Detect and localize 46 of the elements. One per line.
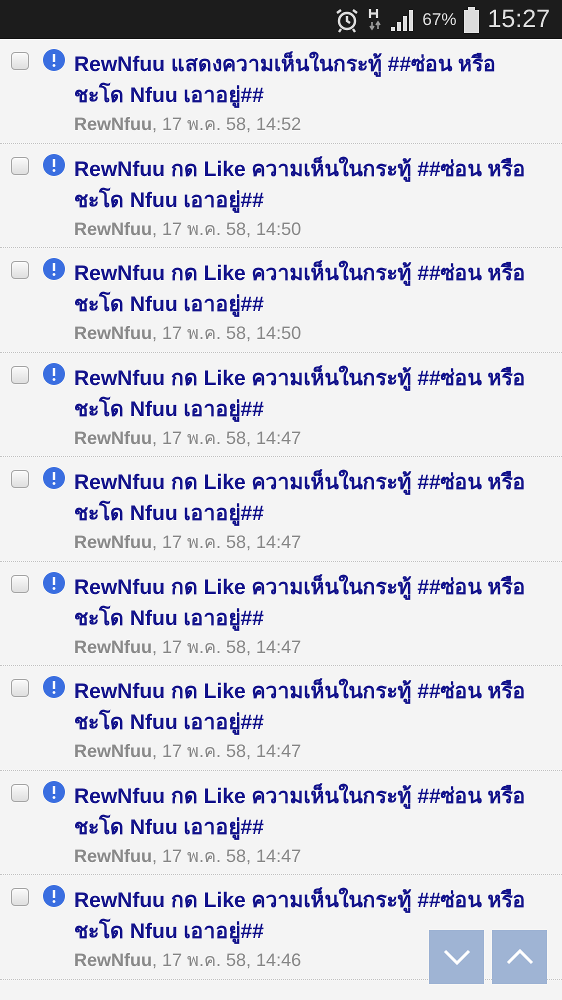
chevron-up-icon xyxy=(506,948,534,966)
checkbox[interactable] xyxy=(11,574,29,592)
info-icon xyxy=(43,676,65,698)
post-date: , 17 พ.ค. 58, 14:50 xyxy=(152,323,302,343)
info-icon xyxy=(43,780,65,802)
checkbox[interactable] xyxy=(11,470,29,488)
post-date: , 17 พ.ค. 58, 14:47 xyxy=(152,741,302,761)
post-date: , 17 พ.ค. 58, 14:47 xyxy=(152,428,302,448)
info-icon xyxy=(43,362,65,384)
info-icon xyxy=(43,572,65,594)
checkbox[interactable] xyxy=(11,156,29,174)
notification-title[interactable]: RewNfuu กด Like ความเห็นในกระทู้ ##ซ่อน หรือ ชะโด Nfuu เอาอยู่## xyxy=(74,780,544,842)
battery-percent: 67% xyxy=(422,8,456,31)
info-icon xyxy=(43,467,65,489)
notification-title[interactable]: RewNfuu กด Like ความเห็นในกระทู้ ##ซ่อน หรือ ชะโด Nfuu เอาอยู่## xyxy=(74,885,544,947)
info-icon xyxy=(43,49,65,71)
alarm-clock-icon xyxy=(334,6,360,32)
info-icon xyxy=(43,258,65,280)
post-date: , 17 พ.ค. 58, 14:46 xyxy=(152,950,302,970)
checkbox[interactable] xyxy=(11,784,29,802)
info-icon xyxy=(43,885,65,907)
notification-title[interactable]: RewNfuu กด Like ความเห็นในกระทู้ ##ซ่อน หรือ ชะโด Nfuu เอาอยู่## xyxy=(74,467,544,529)
notification-title[interactable]: RewNfuu กด Like ความเห็นในกระทู้ ##ซ่อน หรือ ชะโด Nfuu เอาอยู่## xyxy=(74,676,544,738)
post-date: , 17 พ.ค. 58, 14:47 xyxy=(152,636,302,656)
checkbox[interactable] xyxy=(11,888,29,906)
post-date: , 17 พ.ค. 58, 14:47 xyxy=(152,846,302,866)
checkbox[interactable] xyxy=(11,366,29,384)
notification-title[interactable]: RewNfuu กด Like ความเห็นในกระทู้ ##ซ่อน หรือ ชะโด Nfuu เอาอยู่## xyxy=(74,572,544,634)
notification-title[interactable]: RewNfuu กด Like ความเห็นในกระทู้ ##ซ่อน หรือ ชะโด Nfuu เอาอยู่## xyxy=(74,258,544,320)
clock: 15:27 xyxy=(487,4,550,35)
notification-title[interactable]: RewNfuu แสดงความเห็นในกระทู้ ##ซ่อน หรือ ชะโด Nfuu เอาอยู่## xyxy=(74,49,544,111)
signal-icon xyxy=(390,8,414,32)
post-date: , 17 พ.ค. 58, 14:52 xyxy=(152,114,302,134)
notification-title[interactable]: RewNfuu กด Like ความเห็นในกระทู้ ##ซ่อน หรือ ชะโด Nfuu เอาอยู่## xyxy=(74,362,544,424)
chevron-down-icon xyxy=(442,948,470,966)
info-icon xyxy=(43,154,65,176)
checkbox[interactable] xyxy=(11,679,29,697)
scroll-up-button[interactable] xyxy=(492,930,547,984)
notification-title[interactable]: RewNfuu กด Like ความเห็นในกระทู้ ##ซ่อน หรือ ชะโด Nfuu เอาอยู่## xyxy=(74,154,544,216)
checkbox[interactable] xyxy=(11,261,29,279)
post-date: , 17 พ.ค. 58, 14:50 xyxy=(152,218,302,238)
battery-icon xyxy=(464,6,480,32)
post-date: , 17 พ.ค. 58, 14:47 xyxy=(152,532,302,552)
network-type-icon xyxy=(368,6,382,32)
scroll-down-button[interactable] xyxy=(429,930,484,984)
checkbox[interactable] xyxy=(11,52,29,70)
